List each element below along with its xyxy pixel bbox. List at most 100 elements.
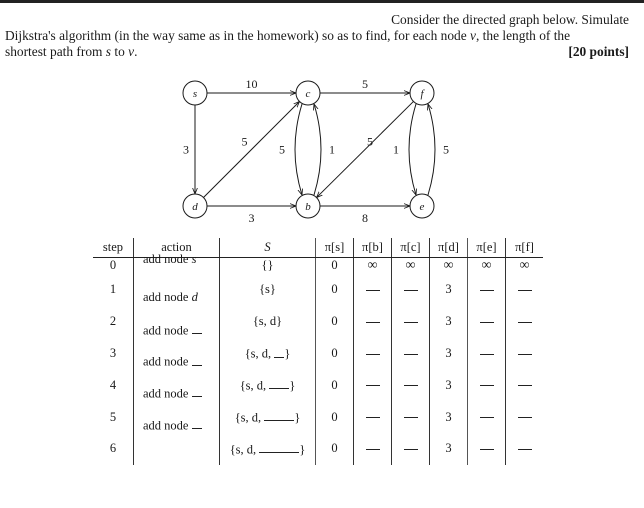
action-blank — [191, 353, 202, 366]
edge-weight-b-c: 1 — [329, 143, 335, 157]
pi-f-cell: ∞ — [505, 257, 543, 274]
node-label: c — [306, 88, 311, 100]
set-suffix: } — [284, 346, 291, 361]
dash — [517, 353, 532, 355]
header-pi-b: π[b] — [353, 238, 392, 258]
step-cell: 3 — [109, 345, 117, 360]
step-cell: 6 — [109, 441, 117, 456]
pi-d-cell: ∞ — [429, 257, 468, 274]
dash — [365, 321, 380, 323]
pi-s-cell: 0 — [315, 274, 354, 306]
set-prefix: {s, d, — [244, 346, 275, 361]
header-pi-e: π[e] — [467, 238, 506, 258]
edge-b-c — [314, 104, 322, 196]
set-suffix: } — [294, 410, 301, 425]
edge-weight-d-c: 5 — [242, 135, 248, 149]
edge-weight-d-b: 3 — [249, 211, 255, 225]
pi-b-cell — [353, 337, 392, 370]
step-cell: 1 — [109, 282, 117, 297]
node-f: f — [409, 80, 435, 106]
dash — [479, 353, 494, 355]
dash — [403, 417, 418, 419]
node-e: e — [409, 193, 435, 219]
node-label: s — [193, 88, 197, 100]
set-symbol: S — [264, 240, 271, 254]
action-label: add node — [143, 353, 202, 369]
dash — [517, 385, 532, 387]
dash — [479, 321, 494, 323]
action-label: add node d — [143, 290, 198, 305]
edge-weight-f-e: 1 — [393, 143, 399, 157]
action-label: add node s — [143, 252, 196, 267]
action-prefix: add node — [143, 354, 192, 369]
edge-c-b — [294, 103, 302, 195]
action-prefix: add node — [143, 252, 192, 266]
node-s: s — [182, 80, 208, 106]
pi-f-cell — [505, 401, 543, 433]
set-cell: {s, d} — [219, 305, 316, 338]
action-prefix: add node — [143, 386, 192, 401]
node-b: b — [295, 193, 321, 219]
set-cell: {s, d, } — [219, 432, 316, 465]
pi-b-cell — [353, 432, 392, 465]
pi-c-cell — [391, 305, 430, 338]
dash — [365, 417, 380, 419]
dash — [479, 385, 494, 387]
step-cell: 0 — [109, 258, 117, 272]
dash — [403, 321, 418, 323]
dash — [517, 321, 532, 323]
pi-d-cell: 3 — [429, 401, 468, 433]
pi-b-cell — [353, 305, 392, 338]
edge-weight-f-b: 5 — [367, 135, 373, 149]
edge-weight-b-e: 8 — [362, 211, 368, 225]
action-label: add node — [143, 322, 202, 338]
set-cell: {s, d, } — [219, 401, 316, 433]
action-prefix: add node — [143, 322, 192, 337]
set-blank — [259, 441, 300, 453]
pi-d-cell: 3 — [429, 274, 468, 306]
dijkstra-table: step action S π[s] π[b] π[c] π[d] π[e] π… — [93, 238, 543, 465]
pi-b-cell — [353, 369, 392, 402]
pi-e-cell — [467, 337, 506, 370]
pi-b-cell: ∞ — [353, 257, 392, 274]
header-step: step — [93, 238, 134, 258]
pi-f-cell — [505, 337, 543, 370]
step-cell: 2 — [109, 314, 117, 329]
header-pi-c: π[c] — [391, 238, 430, 258]
pi-s-cell: 0 — [315, 337, 354, 370]
pi-d-cell: 3 — [429, 337, 468, 370]
set-cell: {s, d, } — [219, 369, 316, 402]
dash — [479, 290, 494, 292]
set-suffix: } — [289, 378, 296, 393]
set-suffix: } — [299, 442, 306, 456]
pi-c-cell — [391, 432, 430, 465]
set-prefix: {s, d, — [239, 378, 270, 393]
dash — [517, 417, 532, 419]
pi-d-cell: 3 — [429, 305, 468, 338]
dash — [403, 385, 418, 387]
pi-e-cell — [467, 305, 506, 338]
pi-e-cell: ∞ — [467, 257, 506, 274]
pi-s-cell: 0 — [315, 432, 354, 465]
pi-c-cell: ∞ — [391, 257, 430, 274]
pi-c-cell — [391, 401, 430, 433]
pi-f-cell — [505, 274, 543, 306]
dash — [403, 449, 418, 450]
edge-weight-c-f: 5 — [362, 77, 368, 91]
action-prefix: add node — [143, 418, 192, 433]
pi-e-cell — [467, 401, 506, 433]
pi-c-cell — [391, 337, 430, 370]
dash — [517, 449, 532, 450]
set-cell: {s} — [219, 274, 316, 306]
header-pi-f: π[f] — [505, 238, 543, 258]
pi-f-cell — [505, 305, 543, 338]
set-cell: {s, d, } — [219, 337, 316, 370]
action-prefix: add node — [143, 289, 192, 304]
action-blank — [191, 385, 202, 398]
pi-b-cell — [353, 274, 392, 306]
pi-d-cell: 3 — [429, 369, 468, 402]
pi-e-cell — [467, 432, 506, 465]
edge-weight-s-c: 10 — [246, 77, 258, 91]
set-prefix: {s, d, — [229, 442, 260, 456]
action-blank — [191, 322, 202, 334]
